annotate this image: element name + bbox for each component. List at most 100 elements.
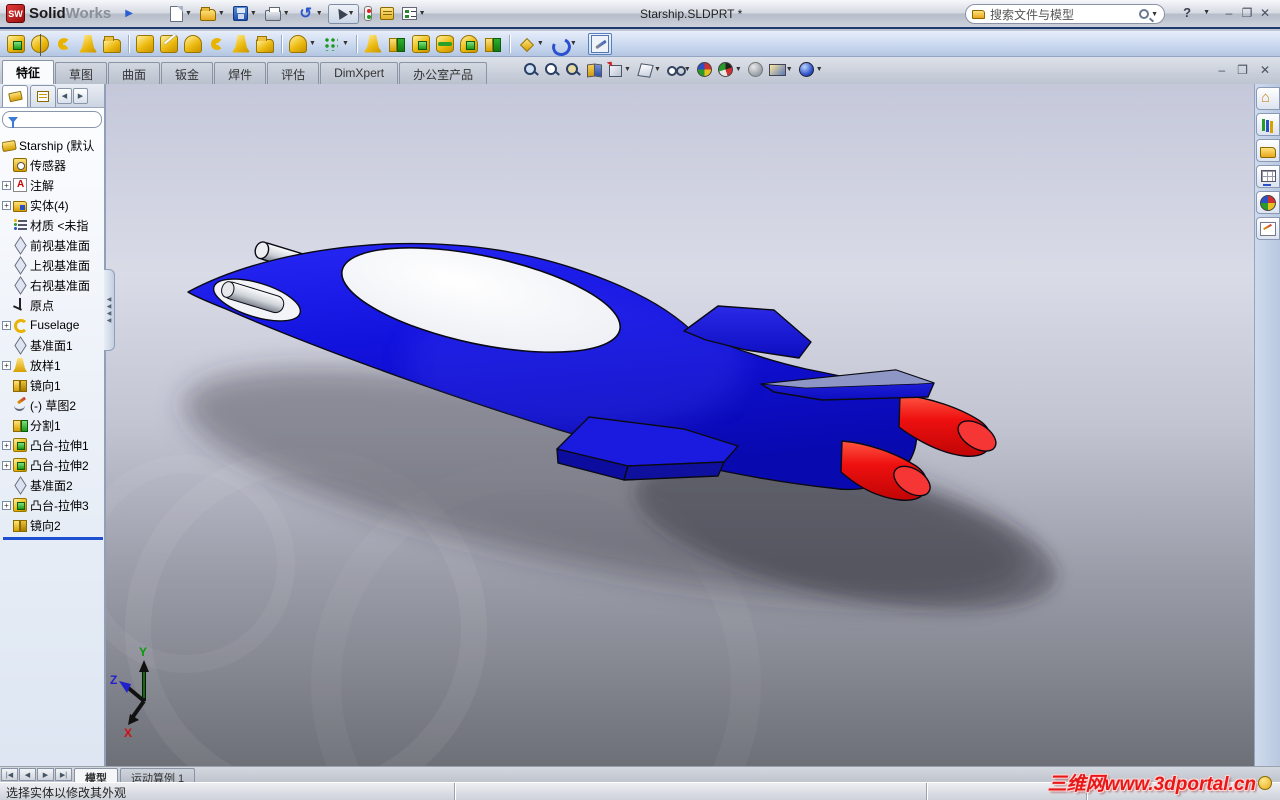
tab-钣金[interactable]: 钣金: [161, 62, 214, 84]
dropdown-arrow-icon[interactable]: ▼: [419, 10, 426, 17]
dropdown-arrow-icon[interactable]: ▼: [624, 66, 631, 73]
reference-geometry-button[interactable]: ▼: [515, 34, 546, 54]
extruded-cut-button[interactable]: [134, 34, 156, 54]
open-file-button[interactable]: ▼: [197, 4, 228, 23]
file-explorer-button[interactable]: [1256, 139, 1280, 162]
doc-minimize-button[interactable]: –: [1218, 63, 1225, 77]
zoom-to-fit-button[interactable]: [522, 61, 539, 78]
tree-item[interactable]: + 放样1: [2, 355, 104, 375]
design-library-button[interactable]: [1256, 113, 1280, 136]
search-scope-folder-icon[interactable]: [972, 9, 985, 19]
panel-tabs-scroll-right[interactable]: ▶: [73, 88, 88, 104]
hide-show-items-button[interactable]: ▼: [666, 61, 692, 78]
dropdown-arrow-icon[interactable]: ▼: [735, 66, 742, 73]
tab-评估[interactable]: 评估: [267, 62, 320, 84]
view-palette-button[interactable]: [1256, 165, 1280, 188]
solidworks-resources-button[interactable]: [1256, 87, 1280, 110]
dropdown-arrow-icon[interactable]: ▼: [348, 10, 355, 17]
swept-boss-button[interactable]: [53, 34, 75, 54]
revolved-boss-button[interactable]: [29, 33, 51, 56]
search-input[interactable]: 搜索文件与模型: [990, 6, 1139, 23]
tree-item[interactable]: 镜向2: [2, 515, 104, 535]
file-properties-button[interactable]: [377, 5, 397, 22]
tree-item[interactable]: + 凸台-拉伸3: [2, 495, 104, 515]
edit-appearance-button[interactable]: [696, 61, 713, 78]
selection-filter-toggle-button[interactable]: [361, 4, 375, 23]
dropdown-arrow-icon[interactable]: ▼: [816, 66, 823, 73]
dropdown-arrow-icon[interactable]: ▼: [786, 66, 793, 73]
save-button[interactable]: ▼: [230, 4, 260, 23]
tree-item[interactable]: + 凸台-拉伸2: [2, 455, 104, 475]
tab-特征[interactable]: 特征: [2, 60, 55, 84]
search-dropdown-icon[interactable]: ▼: [1151, 11, 1158, 18]
tree-item[interactable]: + 实体(4): [2, 195, 104, 215]
expand-toggle[interactable]: +: [2, 180, 11, 190]
first-tab-button[interactable]: |◀: [1, 768, 18, 781]
tree-item[interactable]: 传感器: [2, 155, 104, 175]
tree-item[interactable]: 右视基准面: [2, 275, 104, 295]
tree-item[interactable]: 原点: [2, 295, 104, 315]
tree-root-item[interactable]: Starship (默认: [2, 135, 104, 155]
view-orientation-button[interactable]: ▼: [606, 61, 632, 78]
dropdown-arrow-icon[interactable]: ▼: [537, 40, 544, 47]
new-document-button[interactable]: ▼: [167, 4, 195, 24]
expand-toggle[interactable]: +: [2, 500, 11, 510]
section-view-button[interactable]: [585, 61, 602, 78]
tab-焊件[interactable]: 焊件: [214, 62, 267, 84]
dome-button[interactable]: [458, 34, 480, 54]
tree-item[interactable]: 上视基准面: [2, 255, 104, 275]
undo-button[interactable]: ↺ ▼: [295, 4, 326, 24]
menu-flyout-arrow-icon[interactable]: ▶: [125, 8, 133, 19]
tab-办公室产品[interactable]: 办公室产品: [399, 62, 488, 84]
render-tools-button[interactable]: ▼: [798, 61, 824, 78]
restore-button[interactable]: ❐: [1238, 6, 1256, 20]
apply-scene-button[interactable]: ▼: [717, 61, 743, 78]
tree-item[interactable]: 分割1: [2, 415, 104, 435]
zoom-previous-button[interactable]: [564, 61, 581, 78]
dropdown-arrow-icon[interactable]: ▼: [185, 10, 192, 17]
appearances-scenes-button[interactable]: [1256, 191, 1280, 214]
print-button[interactable]: ▼: [262, 4, 293, 23]
graphics-viewport[interactable]: Y Z X: [106, 84, 1254, 766]
tab-运动算例 1[interactable]: 运动算例 1: [120, 768, 196, 785]
options-list-button[interactable]: ▼: [399, 5, 429, 22]
select-cursor-button[interactable]: ▼: [327, 3, 359, 24]
sketch-button[interactable]: [587, 32, 612, 55]
shell-button[interactable]: [410, 34, 432, 54]
wrap-button[interactable]: [434, 34, 456, 54]
dropdown-arrow-icon[interactable]: ▼: [218, 10, 225, 17]
swept-cut-button[interactable]: [206, 34, 228, 54]
lofted-boss-button[interactable]: [77, 34, 99, 54]
dropdown-arrow-icon[interactable]: ▼: [342, 40, 349, 47]
panel-tabs-scroll-left[interactable]: ◀: [57, 88, 72, 104]
dropdown-arrow-icon[interactable]: ▼: [654, 66, 661, 73]
doc-restore-button[interactable]: ❐: [1237, 63, 1248, 77]
view-settings-button[interactable]: [747, 61, 764, 78]
expand-toggle[interactable]: +: [2, 200, 11, 210]
tree-item[interactable]: 前视基准面: [2, 235, 104, 255]
solidworks-logo[interactable]: SW Solid Works: [0, 0, 117, 27]
rib-button[interactable]: [362, 34, 384, 54]
revolved-cut-button[interactable]: [182, 34, 204, 54]
lofted-cut-button[interactable]: [230, 34, 252, 54]
tree-item[interactable]: (-) 草图2: [2, 395, 104, 415]
expand-toggle[interactable]: +: [2, 320, 11, 330]
tree-filter-box[interactable]: [2, 111, 102, 128]
prev-tab-button[interactable]: ◀: [19, 768, 36, 781]
zoom-to-area-button[interactable]: [543, 61, 560, 78]
next-tab-button[interactable]: ▶: [37, 768, 54, 781]
tree-item[interactable]: 镜向1: [2, 375, 104, 395]
linear-pattern-button[interactable]: ▼: [320, 34, 351, 54]
search-box[interactable]: 搜索文件与模型 ▼: [965, 4, 1165, 24]
tab-草图[interactable]: 草图: [55, 62, 108, 84]
tree-item[interactable]: + Fuselage: [2, 315, 104, 335]
dropdown-arrow-icon[interactable]: ▼: [283, 10, 290, 17]
custom-properties-button[interactable]: [1256, 217, 1280, 240]
help-dropdown-icon[interactable]: ▼: [1203, 9, 1210, 16]
hole-wizard-button[interactable]: [158, 34, 180, 54]
expand-toggle[interactable]: +: [2, 460, 11, 470]
mirror-button[interactable]: [482, 34, 504, 54]
tree-item[interactable]: 基准面1: [2, 335, 104, 355]
camera-view-button[interactable]: ▼: [768, 61, 794, 78]
fillet-button[interactable]: ▼: [287, 34, 318, 54]
